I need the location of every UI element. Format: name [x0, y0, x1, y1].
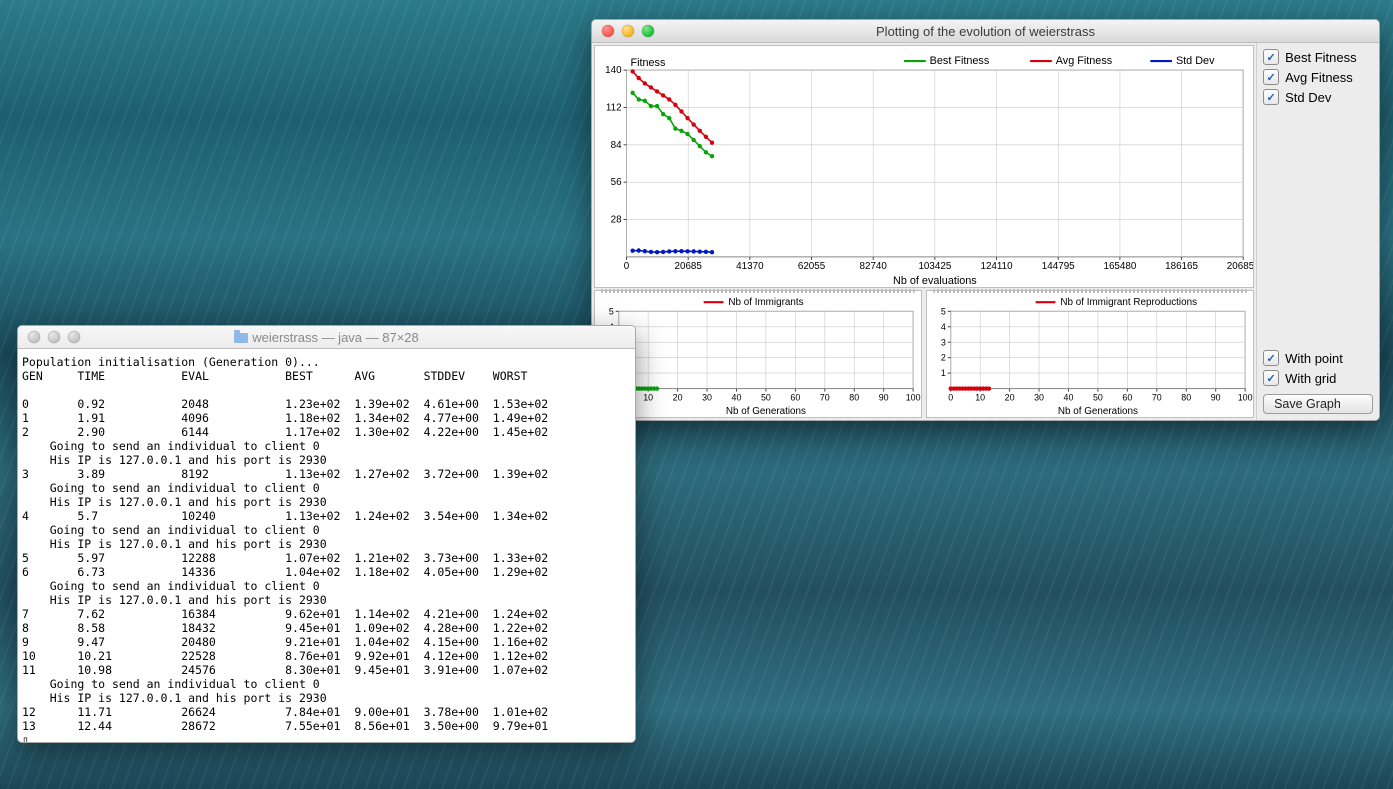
- charts-area: 0206854137062055827401034251241101447951…: [592, 43, 1256, 420]
- svg-text:5: 5: [609, 306, 614, 316]
- svg-text:Nb of Immigrants: Nb of Immigrants: [728, 297, 803, 308]
- terminal-title: weierstrass — java — 87×28: [18, 330, 635, 345]
- close-icon[interactable]: [602, 25, 614, 37]
- svg-text:80: 80: [1181, 393, 1191, 403]
- svg-text:Fitness: Fitness: [630, 57, 665, 69]
- svg-text:Best Fitness: Best Fitness: [930, 55, 990, 67]
- svg-text:90: 90: [1211, 393, 1221, 403]
- maximize-icon[interactable]: [68, 331, 80, 343]
- splitter-handle[interactable]: [933, 289, 1247, 293]
- option-toggle-with-grid[interactable]: ✓ With grid: [1263, 370, 1373, 386]
- svg-text:20685: 20685: [675, 261, 703, 272]
- chart-side-panel: ✓ Best Fitness ✓ Avg Fitness ✓ Std Dev ✓ With …: [1256, 43, 1379, 420]
- svg-text:60: 60: [790, 393, 800, 403]
- chart-window-title: Plotting of the evolution of weierstrass: [592, 24, 1379, 39]
- svg-text:20: 20: [673, 393, 683, 403]
- series-toggle-avg-fitness-checkbox[interactable]: ✓: [1263, 69, 1279, 85]
- svg-text:Nb of Immigrant Reproductions: Nb of Immigrant Reproductions: [1060, 297, 1197, 308]
- series-toggle-best-fitness[interactable]: ✓ Best Fitness: [1263, 49, 1373, 65]
- immigrants-chart: 010203040506070809010012345Nb of Generat…: [594, 290, 922, 418]
- svg-text:40: 40: [732, 393, 742, 403]
- series-toggle-best-fitness-label: Best Fitness: [1285, 50, 1357, 65]
- svg-text:103425: 103425: [918, 261, 951, 272]
- svg-text:84: 84: [611, 140, 622, 151]
- svg-text:Nb of evaluations: Nb of evaluations: [893, 275, 977, 287]
- svg-text:3: 3: [941, 337, 946, 347]
- option-toggle-with-point[interactable]: ✓ With point: [1263, 350, 1373, 366]
- svg-text:30: 30: [702, 393, 712, 403]
- minimize-icon[interactable]: [622, 25, 634, 37]
- svg-text:50: 50: [1093, 393, 1103, 403]
- series-toggle-std-dev-checkbox[interactable]: ✓: [1263, 89, 1279, 105]
- terminal-content[interactable]: Population initialisation (Generation 0)…: [18, 349, 635, 743]
- svg-text:Nb of Generations: Nb of Generations: [1058, 406, 1138, 417]
- svg-text:186165: 186165: [1165, 261, 1198, 272]
- terminal-titlebar[interactable]: weierstrass — java — 87×28: [18, 326, 635, 349]
- svg-text:90: 90: [879, 393, 889, 403]
- terminal-output-text: Population initialisation (Generation 0)…: [22, 355, 631, 743]
- chart-window-titlebar[interactable]: Plotting of the evolution of weierstrass: [592, 20, 1379, 43]
- svg-text:100: 100: [906, 393, 921, 403]
- svg-text:Std Dev: Std Dev: [1176, 55, 1215, 67]
- svg-text:70: 70: [1152, 393, 1162, 403]
- series-toggle-std-dev-label: Std Dev: [1285, 90, 1331, 105]
- svg-text:41370: 41370: [736, 261, 764, 272]
- option-toggle-with-grid-checkbox[interactable]: ✓: [1263, 370, 1279, 386]
- save-graph-button[interactable]: Save Graph: [1263, 394, 1373, 414]
- svg-text:5: 5: [941, 306, 946, 316]
- option-toggle-with-point-checkbox[interactable]: ✓: [1263, 350, 1279, 366]
- svg-text:60: 60: [1122, 393, 1132, 403]
- series-toggle-best-fitness-checkbox[interactable]: ✓: [1263, 49, 1279, 65]
- option-toggle-with-grid-label: With grid: [1285, 371, 1336, 386]
- svg-text:144795: 144795: [1042, 261, 1075, 272]
- series-toggle-avg-fitness-label: Avg Fitness: [1285, 70, 1353, 85]
- svg-text:0: 0: [624, 261, 630, 272]
- svg-text:100: 100: [1238, 393, 1253, 403]
- svg-text:4: 4: [941, 322, 946, 332]
- option-toggle-with-point-label: With point: [1285, 351, 1343, 366]
- maximize-icon[interactable]: [642, 25, 654, 37]
- terminal-window: weierstrass — java — 87×28 Population in…: [17, 325, 636, 743]
- svg-text:30: 30: [1034, 393, 1044, 403]
- svg-text:62055: 62055: [798, 261, 826, 272]
- svg-text:50: 50: [761, 393, 771, 403]
- svg-text:2: 2: [941, 353, 946, 363]
- svg-text:124110: 124110: [980, 261, 1013, 272]
- svg-text:206850: 206850: [1227, 261, 1253, 272]
- svg-text:140: 140: [605, 65, 622, 76]
- svg-text:Nb of Generations: Nb of Generations: [726, 406, 806, 417]
- series-toggle-avg-fitness[interactable]: ✓ Avg Fitness: [1263, 69, 1373, 85]
- splitter-handle[interactable]: [601, 289, 915, 293]
- svg-text:10: 10: [975, 393, 985, 403]
- svg-text:56: 56: [611, 177, 622, 188]
- folder-icon: [234, 333, 248, 343]
- svg-text:28: 28: [611, 214, 622, 225]
- close-icon[interactable]: [28, 331, 40, 343]
- svg-text:Avg Fitness: Avg Fitness: [1056, 55, 1113, 67]
- svg-text:70: 70: [820, 393, 830, 403]
- svg-text:0: 0: [948, 393, 953, 403]
- svg-text:1: 1: [941, 368, 946, 378]
- svg-text:165480: 165480: [1103, 261, 1136, 272]
- main-fitness-chart: 0 20685 41370 62055 82740 103425 124110 144795 1…: [594, 45, 1254, 288]
- svg-text:20: 20: [1005, 393, 1015, 403]
- svg-text:112: 112: [606, 102, 622, 113]
- svg-text:80: 80: [849, 393, 859, 403]
- immigrant-reproductions-chart: 0 10 20 30 40 50 60 70 80 90 100 1 2 3 4 5 Nb of Generat…: [926, 290, 1254, 418]
- minimize-icon[interactable]: [48, 331, 60, 343]
- chart-window: Plotting of the evolution of weierstrass…: [591, 19, 1380, 421]
- svg-text:82740: 82740: [860, 261, 888, 272]
- svg-text:10: 10: [643, 393, 653, 403]
- series-toggle-std-dev[interactable]: ✓ Std Dev: [1263, 89, 1373, 105]
- svg-text:40: 40: [1064, 393, 1074, 403]
